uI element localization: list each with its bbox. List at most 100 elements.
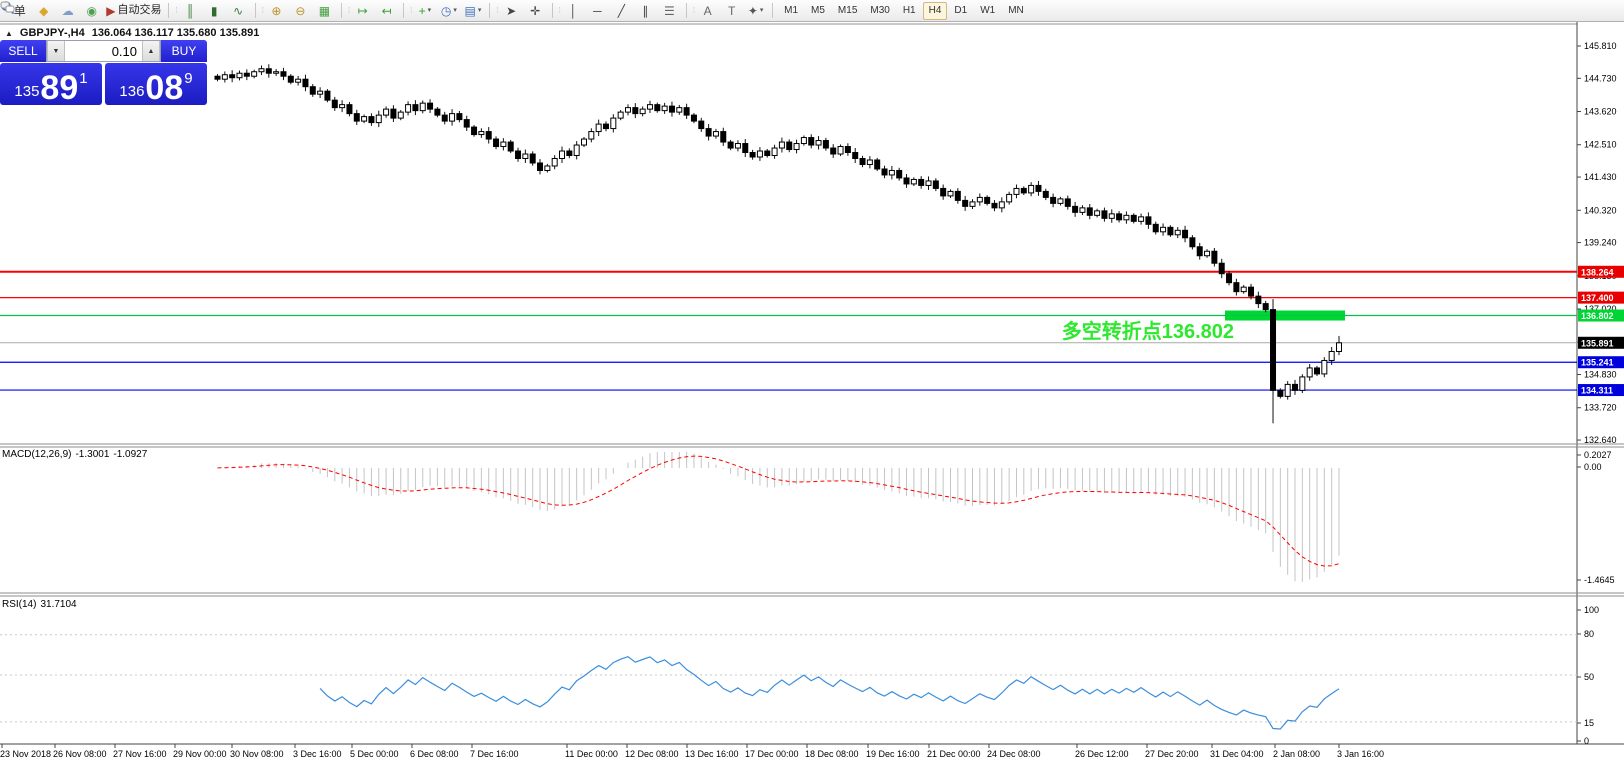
toolbar-separator bbox=[254, 3, 256, 18]
text-label-button[interactable]: T bbox=[720, 2, 743, 20]
price-tick-label: 142.510 bbox=[1584, 140, 1617, 150]
indicators-icon: + bbox=[418, 3, 426, 18]
time-tick-label: 7 Dec 16:00 bbox=[470, 749, 519, 759]
candle bbox=[346, 104, 353, 115]
timeframe-button-m1[interactable]: M1 bbox=[778, 2, 804, 20]
volume-increase-button[interactable]: ▲ bbox=[142, 41, 160, 61]
price-badge-label: 137.400 bbox=[1581, 293, 1614, 303]
candle bbox=[815, 140, 822, 146]
vertical-line-button[interactable]: │ bbox=[562, 2, 585, 20]
horizontal-line-button[interactable]: ─ bbox=[586, 2, 609, 20]
macd-indicator-label: MACD(12,26,9) -1.3001 -1.0927 bbox=[2, 449, 148, 460]
time-tick-label: 31 Dec 04:00 bbox=[1210, 749, 1264, 759]
chart-shift-button[interactable]: ↤ bbox=[375, 2, 398, 20]
toolbar-separator bbox=[772, 3, 774, 18]
candle bbox=[1218, 262, 1225, 275]
text-tool-button[interactable]: A bbox=[696, 2, 719, 20]
candle bbox=[478, 131, 485, 136]
arrows-tool-button[interactable]: ✦ ▾ bbox=[744, 2, 767, 20]
current-price-badge-label: 135.891 bbox=[1581, 338, 1614, 348]
chart-title: ▲ GBPJPY-,H4 136.064 136.117 135.680 135… bbox=[5, 27, 259, 39]
toolbar-grip: ⁞ bbox=[175, 6, 177, 15]
volume-decrease-button[interactable]: ▼ bbox=[47, 41, 65, 61]
candle bbox=[544, 165, 551, 171]
bid-big-digits: 89 bbox=[40, 69, 79, 108]
crosshair-button[interactable]: ✛ bbox=[524, 2, 547, 20]
price-badge-label: 134.311 bbox=[1581, 386, 1613, 396]
ask-big-digits: 08 bbox=[145, 69, 184, 108]
auto-scroll-button[interactable]: ↦ bbox=[351, 2, 374, 20]
chat-button[interactable] bbox=[0, 1, 1614, 20]
chart-canvas[interactable]: 145.810 144.730 143.620 142.510 141.430 140.3… bbox=[0, 0, 1624, 769]
equidistant-channel-icon: ∥ bbox=[642, 3, 649, 18]
periods-icon: ◷ bbox=[440, 3, 452, 18]
candle bbox=[331, 99, 338, 109]
rsi-axis-label: 50 bbox=[1584, 672, 1594, 682]
indicators-button[interactable]: + ▾ bbox=[413, 2, 436, 20]
candle bbox=[874, 159, 881, 170]
time-tick-label: 21 Dec 00:00 bbox=[927, 749, 981, 759]
timeframe-button-d1[interactable]: D1 bbox=[948, 2, 973, 20]
timeframe-button-h4[interactable]: H4 bbox=[922, 1, 948, 20]
candlestick-chart-button[interactable]: ▮ bbox=[203, 2, 226, 20]
chart-text-annotation[interactable]: 多空转折点136.802 bbox=[998, 315, 1234, 344]
chevron-down-icon: ▾ bbox=[427, 7, 432, 14]
timeframe-button-m15[interactable]: M15 bbox=[832, 2, 863, 20]
order-button[interactable]: ◆ bbox=[32, 2, 55, 20]
candle bbox=[1108, 213, 1115, 219]
bid-pipette: 1 bbox=[79, 70, 88, 87]
timeframe-button-m30[interactable]: M30 bbox=[864, 2, 895, 20]
chevron-down-icon: ▾ bbox=[759, 7, 764, 14]
candle bbox=[1248, 286, 1255, 297]
candle bbox=[910, 178, 917, 185]
ask-prefix: 136 bbox=[119, 83, 145, 100]
candle bbox=[280, 71, 287, 77]
tile-windows-icon: ▦ bbox=[318, 3, 331, 18]
zoom-out-button[interactable]: ⊖ bbox=[289, 2, 312, 20]
candle bbox=[1152, 223, 1159, 233]
candle bbox=[925, 180, 932, 186]
cursor-button[interactable]: ➤ bbox=[500, 2, 523, 20]
buy-button[interactable]: BUY bbox=[161, 40, 207, 62]
candle bbox=[295, 78, 302, 83]
fibonacci-button[interactable]: ☰ bbox=[658, 2, 681, 20]
zoom-in-button[interactable]: ⊕ bbox=[265, 2, 288, 20]
candle bbox=[595, 123, 602, 133]
bar-chart-icon: ║ bbox=[185, 3, 195, 18]
candle bbox=[1138, 216, 1145, 222]
time-tick-label: 3 Jan 16:00 bbox=[1337, 749, 1384, 759]
equidistant-channel-button[interactable]: ∥ bbox=[634, 2, 657, 20]
chevron-down-icon: ▾ bbox=[477, 7, 482, 14]
candle bbox=[390, 108, 397, 119]
timeframe-button-h1[interactable]: H1 bbox=[897, 2, 922, 20]
bar-chart-button[interactable]: ║ bbox=[179, 2, 202, 20]
timeframe-button-w1[interactable]: W1 bbox=[974, 2, 1001, 20]
time-tick-label: 6 Dec 08:00 bbox=[410, 749, 459, 759]
candle bbox=[500, 141, 507, 148]
sell-button[interactable]: SELL bbox=[0, 40, 46, 62]
tile-windows-button[interactable]: ▦ bbox=[313, 2, 336, 20]
rsi-line bbox=[319, 656, 1340, 730]
timeframe-button-m5[interactable]: M5 bbox=[805, 2, 831, 20]
candle bbox=[778, 141, 785, 149]
bid-quote-button[interactable]: 135 89 1 bbox=[0, 63, 102, 105]
search-button[interactable] bbox=[1, 1, 1583, 20]
signals-button[interactable]: ◉ bbox=[80, 2, 103, 20]
volume-value[interactable]: 0.10 bbox=[65, 41, 142, 61]
candle bbox=[602, 123, 609, 130]
line-chart-button[interactable]: ∿ bbox=[227, 2, 250, 20]
trendline-button[interactable]: ╱ bbox=[610, 2, 633, 20]
quote-ohlc-label: 136.064 136.117 135.680 135.891 bbox=[91, 27, 260, 39]
auto-scroll-icon: ↦ bbox=[357, 3, 368, 18]
autotrading-button[interactable]: ▶ 自动交易 bbox=[104, 2, 163, 20]
candle bbox=[581, 138, 587, 146]
periods-button[interactable]: ◷ ▾ bbox=[437, 2, 460, 20]
market-watch-button[interactable]: ☁ bbox=[56, 2, 79, 20]
candle bbox=[236, 72, 243, 79]
candle bbox=[1255, 295, 1262, 305]
candle bbox=[617, 111, 624, 119]
templates-button[interactable]: ▤ ▾ bbox=[461, 2, 484, 20]
timeframe-button-mn[interactable]: MN bbox=[1002, 2, 1030, 20]
candle bbox=[258, 68, 265, 73]
ask-quote-button[interactable]: 136 08 9 bbox=[105, 63, 207, 105]
